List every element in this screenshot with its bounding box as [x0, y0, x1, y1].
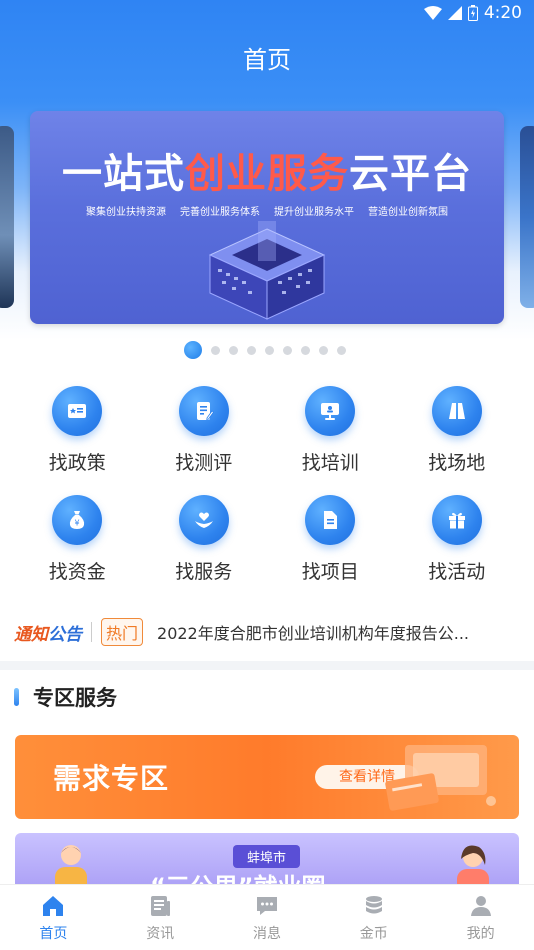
carousel-dot-active[interactable]: [184, 341, 202, 359]
banner-carousel[interactable]: 一站式创业服务云平台 聚集创业扶持资源 完善创业服务体系 提升创业服务水平 营造…: [30, 111, 504, 324]
banner-title: 一站式创业服务云平台: [30, 141, 504, 199]
banner-next-peek[interactable]: [520, 126, 534, 308]
project-document-icon: [324, 511, 338, 529]
money-bag-icon: ¥: [70, 511, 85, 529]
tab-label: 首页: [39, 926, 68, 942]
carousel-dot[interactable]: [319, 345, 328, 355]
training-icon: [321, 403, 340, 420]
section-title: 专区服务: [33, 686, 117, 710]
svg-text:¥: ¥: [75, 519, 80, 528]
carousel-dot[interactable]: [211, 345, 220, 355]
service-hand-heart-icon: [194, 512, 213, 528]
tab-label: 金币: [359, 926, 388, 942]
assessment-icon: [196, 402, 214, 421]
banner-title-post: 云平台: [349, 151, 472, 197]
wifi-icon: [423, 6, 442, 20]
news-icon: [151, 896, 171, 916]
signal-icon: [447, 6, 462, 20]
service-find-funding[interactable]: ¥ 找资金: [14, 495, 141, 584]
banner-subtitle: 聚集创业扶持资源: [86, 207, 166, 218]
profile-icon: [470, 896, 491, 916]
page-title: 首页: [243, 46, 291, 74]
service-label: 找资金: [48, 561, 106, 583]
tab-news[interactable]: 资讯: [107, 885, 214, 950]
service-find-service[interactable]: 找服务: [141, 495, 268, 584]
tab-messages[interactable]: 消息: [214, 885, 321, 950]
service-label: 找项目: [301, 561, 359, 583]
notice-separator: [91, 622, 92, 642]
carousel-dot[interactable]: [301, 345, 310, 355]
hot-tag: 热门: [101, 618, 144, 646]
service-find-activity[interactable]: 找活动: [394, 495, 521, 584]
battery-icon: [467, 5, 478, 21]
coins-icon: [365, 896, 382, 914]
service-grid: 找政策 找测评 找培训 找场地 ¥ 找资金 找服务 找项目 找活动: [14, 386, 520, 584]
tab-label: 资讯: [146, 926, 175, 942]
service-find-policy[interactable]: 找政策: [14, 386, 141, 475]
service-label: 找场地: [428, 452, 486, 474]
section-divider: [0, 661, 534, 670]
status-bar: 4:20: [0, 0, 534, 28]
notice-logo-part-b: 公告: [48, 624, 82, 645]
venue-icon: [448, 403, 465, 419]
notice-logo-part-a: 通知: [14, 624, 48, 645]
bottom-tab-bar: 首页 资讯 消息 金币 我的: [0, 884, 534, 950]
banner-subtitles: 聚集创业扶持资源 完善创业服务体系 提升创业服务水平 营造创业创新氛围: [30, 203, 504, 218]
policy-icon: [68, 404, 87, 418]
service-label: 找服务: [175, 561, 233, 583]
banner-subtitle: 完善创业服务体系: [180, 207, 260, 218]
notice-headline[interactable]: 2022年度合肥市创业培训机构年度报告公...: [157, 620, 497, 644]
service-find-training[interactable]: 找培训: [267, 386, 394, 475]
service-label: 找政策: [48, 452, 106, 474]
banner-title-pre: 一站式: [62, 151, 185, 197]
carousel-dot[interactable]: [265, 345, 274, 355]
service-label: 找培训: [301, 452, 359, 474]
service-label: 找测评: [175, 452, 233, 474]
gift-icon: [448, 512, 465, 529]
banner-prev-peek[interactable]: [0, 126, 14, 308]
home-icon: [43, 896, 64, 916]
tab-profile[interactable]: 我的: [427, 885, 534, 950]
service-find-project[interactable]: 找项目: [267, 495, 394, 584]
service-find-assessment[interactable]: 找测评: [141, 386, 268, 475]
carousel-dot[interactable]: [337, 345, 346, 355]
city-tag: 蚌埠市: [233, 845, 301, 868]
banner-title-highlight: 创业服务: [185, 151, 349, 197]
tab-coins[interactable]: 金币: [320, 885, 427, 950]
payment-card-illustration: [385, 745, 496, 811]
tab-label: 消息: [252, 926, 281, 942]
carousel-indicator: [184, 341, 346, 359]
demand-zone-title: 需求专区: [53, 762, 170, 795]
section-accent-bar: [14, 688, 19, 706]
message-icon: [256, 897, 277, 915]
tab-home[interactable]: 首页: [0, 885, 107, 950]
demand-zone-card[interactable]: 需求专区 查看详情: [15, 735, 519, 819]
carousel-dot[interactable]: [229, 345, 238, 355]
notice-logo: 通知公告: [14, 620, 82, 645]
carousel-dot[interactable]: [247, 345, 256, 355]
carousel-dot[interactable]: [283, 345, 292, 355]
cloud-server-illustration: [208, 221, 326, 320]
tab-label: 我的: [466, 926, 495, 942]
service-find-venue[interactable]: 找场地: [394, 386, 521, 475]
banner-subtitle: 营造创业创新氛围: [368, 207, 448, 218]
status-time: 4:20: [483, 3, 522, 23]
zone-section-header: 专区服务: [14, 682, 117, 712]
service-label: 找活动: [428, 561, 486, 583]
notice-bar[interactable]: 通知公告 热门 2022年度合肥市创业培训机构年度报告公...: [14, 612, 520, 652]
banner-subtitle: 提升创业服务水平: [274, 207, 354, 218]
